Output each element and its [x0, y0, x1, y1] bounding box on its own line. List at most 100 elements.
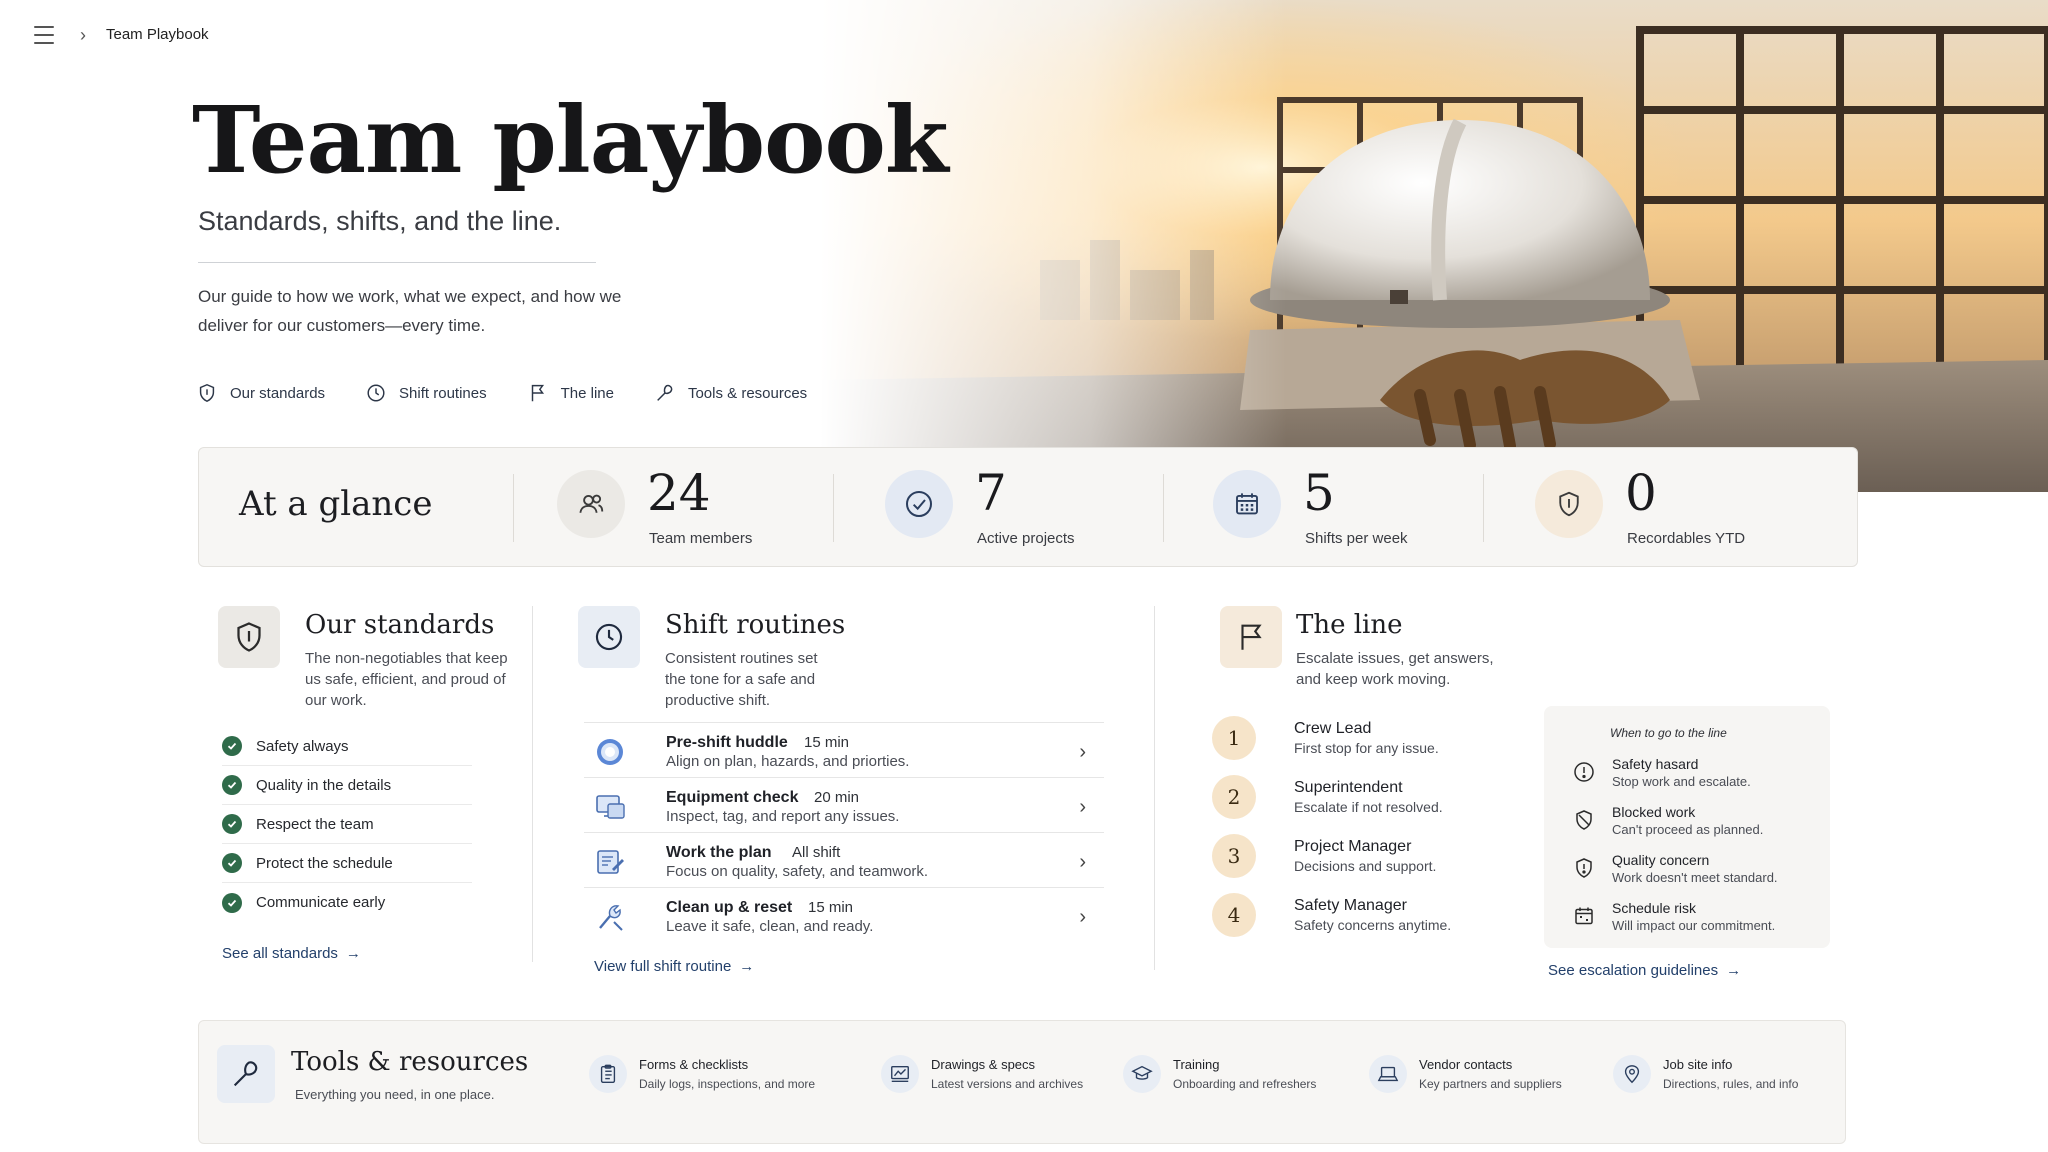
reason-desc: Stop work and escalate.	[1612, 774, 1751, 789]
routine-row[interactable]: Work the plan All shift Focus on quality…	[584, 832, 1104, 887]
step-badge: 2	[1212, 775, 1256, 819]
tools-resources-panel: Tools & resources Everything you need, i…	[198, 1020, 1846, 1144]
standards-description: The non-negotiables that keep us safe, e…	[305, 650, 508, 709]
clock-icon	[367, 384, 385, 402]
huddle-icon	[597, 739, 623, 765]
page-description: Our guide to how we work, what we expect…	[198, 287, 622, 335]
reason-name: Safety hasard	[1612, 756, 1699, 772]
breadcrumb[interactable]: Team Playbook	[106, 26, 209, 43]
routine-row[interactable]: Clean up & reset 15 min Leave it safe, c…	[584, 887, 1104, 942]
contact-name: Safety Manager	[1294, 897, 1407, 914]
arrow-right-icon: →	[345, 945, 361, 962]
step-badge: 3	[1212, 834, 1256, 878]
reason-name: Blocked work	[1612, 804, 1696, 820]
list-item: Communicate early	[222, 883, 472, 922]
routine-desc: Inspect, tag, and report any issues.	[666, 808, 900, 825]
laptop-icon	[1369, 1055, 1407, 1093]
divider	[1483, 474, 1484, 542]
routines-title: Shift routines	[665, 610, 846, 640]
reason-desc: Work doesn't meet standard.	[1612, 870, 1778, 885]
shield-alert-icon	[1576, 858, 1592, 878]
routine-desc: Leave it safe, clean, and ready.	[666, 918, 874, 935]
stat-label: Active projects	[977, 530, 1075, 547]
contact-desc: Safety concerns anytime.	[1294, 917, 1452, 933]
calendar-icon	[1575, 907, 1593, 925]
line-description: Escalate issues, get answers, and keep w…	[1296, 650, 1494, 688]
standard-label: Quality in the details	[256, 776, 392, 794]
tool-name: Training	[1173, 1057, 1220, 1072]
contact-name: Project Manager	[1294, 838, 1412, 855]
tool-name: Job site info	[1663, 1057, 1733, 1072]
contact-desc: Escalate if not resolved.	[1294, 799, 1443, 815]
tool-desc: Directions, rules, and info	[1663, 1077, 1799, 1091]
list-item: 3 Project Manager Decisions and support.	[1212, 832, 1492, 891]
chevron-right-icon: ›	[1079, 741, 1086, 763]
section-nav: Our standards Shift routines The line To…	[196, 382, 807, 404]
routine-name: Work the plan	[666, 844, 772, 861]
stat-value: 24	[647, 464, 711, 522]
nav-shift-routines[interactable]: Shift routines	[365, 382, 487, 404]
clock-icon	[578, 606, 640, 668]
standard-label: Respect the team	[256, 815, 374, 833]
page-subtitle: Standards, shifts, and the line.	[198, 206, 562, 236]
glance-title: At a glance	[239, 484, 433, 524]
tool-desc: Daily logs, inspections, and more	[639, 1077, 816, 1091]
tool-desc: Onboarding and refreshers	[1173, 1077, 1317, 1091]
routine-row[interactable]: Equipment check 20 min Inspect, tag, and…	[584, 777, 1104, 832]
link-label: See escalation guidelines	[1548, 962, 1719, 979]
tools-subtitle: Everything you need, in one place.	[295, 1087, 495, 1102]
step-badge: 1	[1212, 716, 1256, 760]
nav-label: Our standards	[230, 384, 326, 402]
routines-description: Consistent routines set the tone for a s…	[665, 650, 818, 709]
escalation-list: 1 Crew Lead First stop for any issue. 2 …	[1212, 714, 1492, 950]
list-item: Respect the team	[222, 805, 472, 844]
see-escalation-guidelines-link[interactable]: See escalation guidelines →	[1548, 962, 1741, 979]
check-icon	[222, 853, 242, 873]
hero-image	[820, 0, 2048, 492]
check-icon	[222, 736, 242, 756]
list-item: Safety always	[222, 727, 472, 766]
graduation-cap-icon	[1123, 1055, 1161, 1093]
nav-tools-resources[interactable]: Tools & resources	[654, 382, 807, 404]
flag-icon	[1220, 606, 1282, 668]
check-icon	[222, 814, 242, 834]
see-all-standards-link[interactable]: See all standards →	[222, 945, 361, 962]
routine-name: Clean up & reset	[666, 899, 793, 916]
nav-the-line[interactable]: The line	[527, 382, 614, 404]
routine-name: Pre-shift huddle	[666, 734, 788, 751]
list-item: 1 Crew Lead First stop for any issue.	[1212, 714, 1492, 773]
view-full-shift-routine-link[interactable]: View full shift routine →	[594, 958, 754, 975]
routine-name: Equipment check	[666, 789, 799, 806]
page-title: Team playbook	[192, 86, 949, 194]
standard-label: Communicate early	[256, 894, 386, 911]
routine-desc: Align on plan, hazards, and priorties.	[666, 753, 910, 770]
reason-desc: Will impact our commitment.	[1612, 918, 1776, 933]
link-label: View full shift routine	[594, 958, 732, 975]
shield-icon	[218, 606, 280, 668]
when-to-escalate-panel: When to go to the line Safety hasard Sto…	[1544, 706, 1830, 948]
stat-value: 0	[1625, 464, 1657, 522]
divider	[1154, 606, 1155, 970]
chevron-right-icon: ›	[1079, 796, 1086, 818]
routine-duration: 15 min	[804, 734, 850, 751]
nav-our-standards[interactable]: Our standards	[196, 382, 325, 404]
routine-row[interactable]: Pre-shift huddle 15 min Align on plan, h…	[584, 722, 1104, 777]
reason-name: Schedule risk	[1612, 900, 1697, 916]
check-icon	[222, 775, 242, 795]
routine-duration: 20 min	[814, 789, 860, 806]
wrench-icon	[657, 384, 673, 401]
stat-label: Team members	[649, 530, 753, 547]
clipboard-edit-icon	[597, 850, 624, 874]
stat-value: 5	[1303, 464, 1335, 522]
standards-list: Safety always Quality in the details Res…	[222, 727, 472, 922]
divider	[1163, 474, 1164, 542]
routine-duration: 15 min	[808, 899, 854, 916]
link-label: See all standards	[222, 945, 338, 962]
wrench-icon	[217, 1045, 275, 1103]
hamburger-menu-icon[interactable]	[34, 26, 54, 44]
standard-label: Protect the schedule	[256, 854, 393, 872]
list-item: Protect the schedule	[222, 844, 472, 883]
flag-icon	[531, 384, 544, 402]
nav-label: The line	[560, 384, 614, 402]
map-pin-icon	[1613, 1055, 1651, 1093]
